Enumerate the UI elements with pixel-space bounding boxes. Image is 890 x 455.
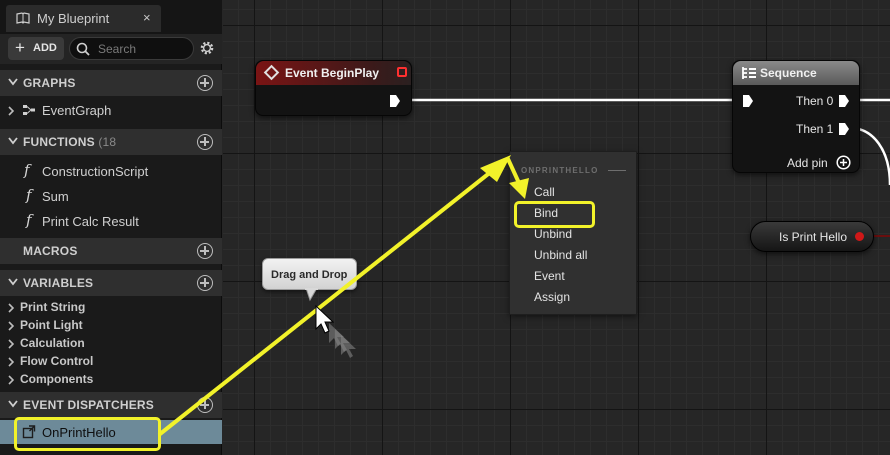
annotation-arrow-line: [506, 157, 521, 185]
annotation-arrowhead: [509, 178, 529, 199]
annotation-overlay: [158, 155, 529, 436]
mouse-cursor-icon: [315, 304, 356, 358]
annotation-arrow-line: [158, 165, 499, 436]
